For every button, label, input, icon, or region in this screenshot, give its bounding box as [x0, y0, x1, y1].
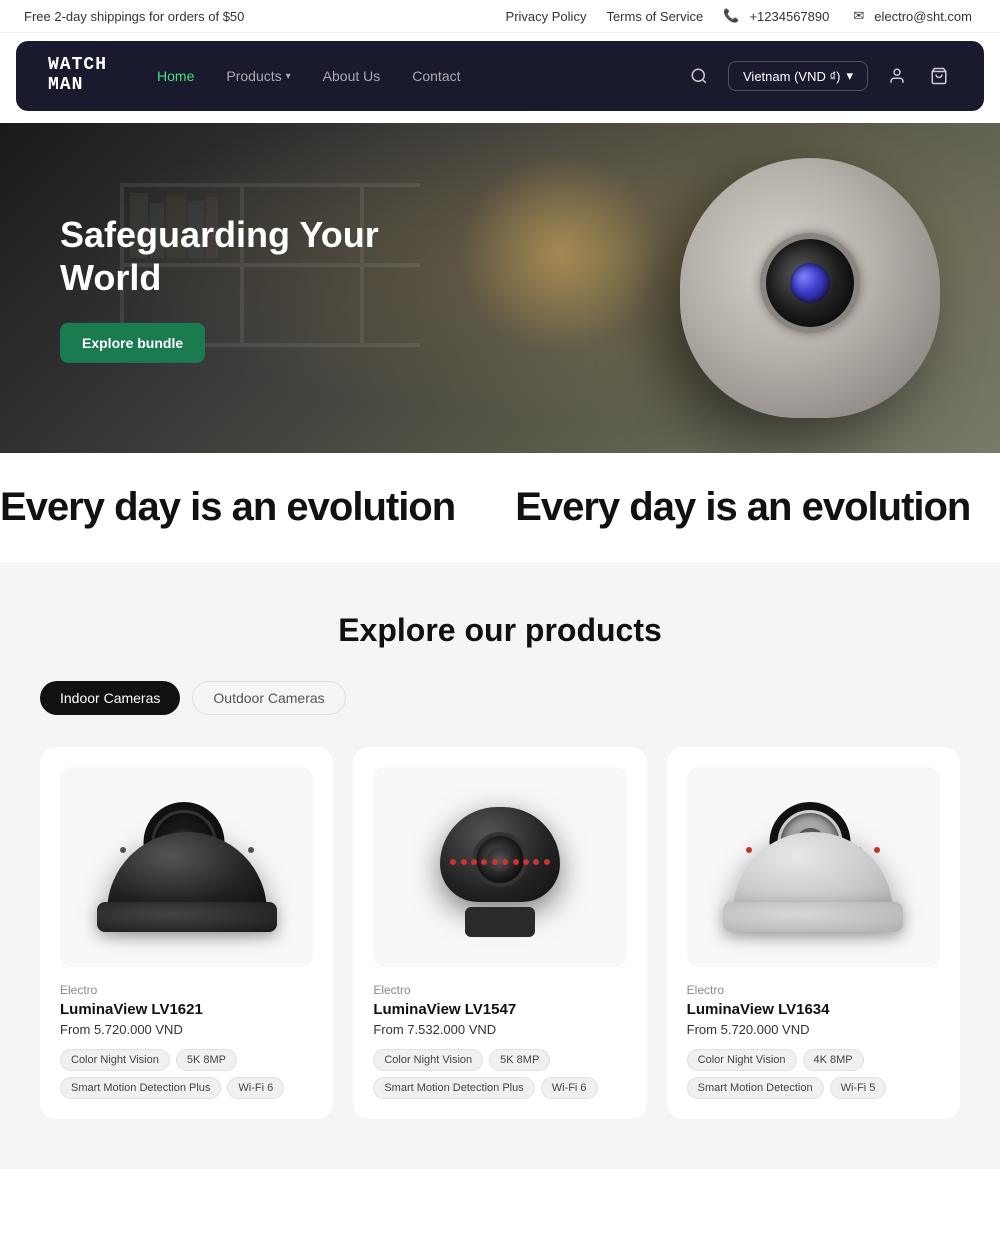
- hero-camera: [680, 158, 940, 418]
- logo[interactable]: WATCH MAN: [48, 56, 107, 96]
- product-image-2: [373, 767, 626, 967]
- camera-dome-3: [733, 802, 893, 932]
- hero-light-glow: [460, 153, 660, 353]
- tag-motion-3: Smart Motion Detection: [687, 1077, 824, 1099]
- product-grid: Electro LuminaView LV1621 From 5.720.000…: [40, 747, 960, 1119]
- dome-base-1: [97, 902, 277, 932]
- tab-indoor-cameras[interactable]: Indoor Cameras: [40, 681, 180, 715]
- dome-body-3: [733, 832, 893, 912]
- product-brand-3: Electro: [687, 983, 940, 997]
- phone-icon: 📞: [723, 8, 739, 24]
- top-bar-right: Privacy Policy Terms of Service 📞 +12345…: [506, 8, 976, 24]
- product-card-3[interactable]: Electro LuminaView LV1634 From 5.720.000…: [667, 747, 960, 1119]
- tag-5k-8mp-2: 5K 8MP: [489, 1049, 550, 1071]
- turret-head: [440, 807, 560, 902]
- email-contact: ✉ electro@sht.com: [853, 8, 976, 24]
- product-card-2[interactable]: Electro LuminaView LV1547 From 7.532.000…: [353, 747, 646, 1119]
- phone-contact: 📞 +1234567890: [723, 8, 833, 24]
- product-name-3: LuminaView LV1634: [687, 1001, 940, 1018]
- email-address: electro@sht.com: [874, 9, 972, 24]
- tag-color-night-vision-2: Color Night Vision: [373, 1049, 483, 1071]
- top-bar: Free 2-day shippings for orders of $50 P…: [0, 0, 1000, 33]
- product-name-1: LuminaView LV1621: [60, 1001, 313, 1018]
- search-icon: [690, 67, 708, 85]
- tag-motion-2: Smart Motion Detection Plus: [373, 1077, 534, 1099]
- products-chevron: ▾: [286, 71, 291, 82]
- navbar: WATCH MAN Home Products ▾ About Us Conta…: [16, 41, 984, 111]
- camera-body: [680, 158, 940, 418]
- turret-neck: [465, 907, 535, 937]
- nav-about[interactable]: About Us: [309, 60, 395, 92]
- product-tags-3: Color Night Vision 4K 8MP Smart Motion D…: [687, 1049, 940, 1099]
- nav-products[interactable]: Products ▾: [212, 60, 304, 92]
- nav-contact[interactable]: Contact: [398, 60, 474, 92]
- terms-link[interactable]: Terms of Service: [606, 9, 703, 24]
- nav-actions: Vietnam (VND ₫) ▾: [686, 61, 952, 91]
- search-button[interactable]: [686, 63, 712, 89]
- nav-links: Home Products ▾ About Us Contact: [143, 60, 686, 92]
- product-name-2: LuminaView LV1547: [373, 1001, 626, 1018]
- currency-selector[interactable]: Vietnam (VND ₫) ▾: [728, 61, 868, 91]
- tag-wifi-1: Wi-Fi 6: [227, 1077, 284, 1099]
- account-button[interactable]: [884, 63, 910, 89]
- turret-ir: [450, 837, 550, 887]
- product-tabs: Indoor Cameras Outdoor Cameras: [40, 681, 960, 715]
- product-tags-1: Color Night Vision 5K 8MP Smart Motion D…: [60, 1049, 313, 1099]
- marquee-text-1: Every day is an evolution: [0, 485, 455, 530]
- product-image-3: [687, 767, 940, 967]
- marquee-section: Every day is an evolution Every day is a…: [0, 453, 1000, 562]
- marquee-text-2: Every day is an evolution: [515, 485, 970, 530]
- products-title: Explore our products: [40, 612, 960, 649]
- cart-icon: [930, 67, 948, 85]
- currency-label: Vietnam (VND ₫): [743, 69, 840, 84]
- cart-button[interactable]: [926, 63, 952, 89]
- hero-title: Safeguarding Your World: [60, 213, 440, 299]
- phone-number: +1234567890: [749, 9, 829, 24]
- tag-4k-8mp-3: 4K 8MP: [803, 1049, 864, 1071]
- dome-base-3: [723, 902, 903, 932]
- tag-wifi-3: Wi-Fi 5: [830, 1077, 887, 1099]
- explore-bundle-button[interactable]: Explore bundle: [60, 323, 205, 363]
- product-tags-2: Color Night Vision 5K 8MP Smart Motion D…: [373, 1049, 626, 1099]
- product-image-1: [60, 767, 313, 967]
- product-price-2: From 7.532.000 VND: [373, 1022, 626, 1037]
- dome-body-1: [107, 832, 267, 912]
- product-price-3: From 5.720.000 VND: [687, 1022, 940, 1037]
- product-brand-2: Electro: [373, 983, 626, 997]
- camera-turret-2: [425, 797, 575, 937]
- tag-5k-8mp-1: 5K 8MP: [176, 1049, 237, 1071]
- camera-lens: [760, 233, 860, 333]
- user-icon: [888, 67, 906, 85]
- product-card-1[interactable]: Electro LuminaView LV1621 From 5.720.000…: [40, 747, 333, 1119]
- products-section: Explore our products Indoor Cameras Outd…: [0, 562, 1000, 1169]
- shipping-notice: Free 2-day shippings for orders of $50: [24, 9, 244, 24]
- tag-color-night-vision-1: Color Night Vision: [60, 1049, 170, 1071]
- marquee-inner: Every day is an evolution Every day is a…: [0, 485, 1000, 530]
- product-brand-1: Electro: [60, 983, 313, 997]
- hero-content: Safeguarding Your World Explore bundle: [60, 213, 440, 363]
- currency-chevron: ▾: [846, 68, 853, 84]
- tab-outdoor-cameras[interactable]: Outdoor Cameras: [192, 681, 345, 715]
- tag-color-night-vision-3: Color Night Vision: [687, 1049, 797, 1071]
- nav-home[interactable]: Home: [143, 60, 208, 92]
- privacy-link[interactable]: Privacy Policy: [506, 9, 587, 24]
- hero-section: Safeguarding Your World Explore bundle: [0, 123, 1000, 453]
- product-price-1: From 5.720.000 VND: [60, 1022, 313, 1037]
- email-icon: ✉: [853, 8, 864, 24]
- camera-dome-1: [107, 802, 267, 932]
- tag-wifi-2: Wi-Fi 6: [541, 1077, 598, 1099]
- tag-motion-1: Smart Motion Detection Plus: [60, 1077, 221, 1099]
